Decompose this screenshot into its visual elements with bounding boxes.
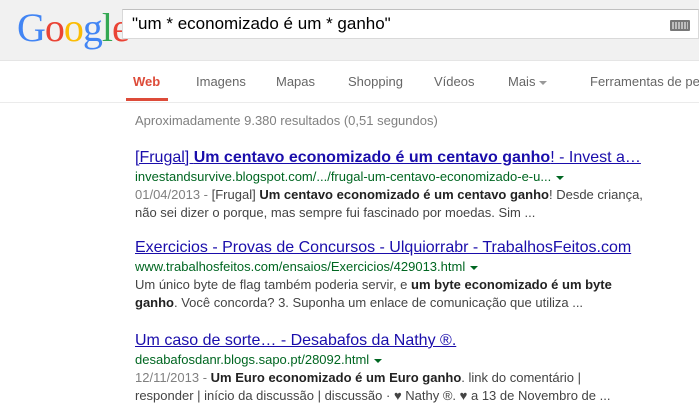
- tab-mais-label: Mais: [508, 74, 536, 89]
- search-result-2: Exercicios - Provas de Concursos - Ulqui…: [135, 238, 695, 312]
- tab-ferramentas[interactable]: Ferramentas de pesq: [590, 74, 699, 89]
- search-tabs: Web Imagens Mapas Shopping Vídeos Mais F…: [0, 62, 699, 103]
- result-snippet: 12/11/2013 - Um Euro economizado é um Eu…: [135, 370, 611, 403]
- result-snippet: Um único byte de flag também poderia ser…: [135, 277, 612, 310]
- search-query-text[interactable]: "um * economizado é um * ganho": [132, 14, 391, 34]
- result-title-link[interactable]: [Frugal] Um centavo economizado é um cen…: [135, 148, 695, 168]
- url-dropdown-icon[interactable]: [374, 358, 383, 363]
- tab-mais[interactable]: Mais: [508, 74, 548, 89]
- tab-mapas[interactable]: Mapas: [276, 74, 315, 89]
- tab-shopping[interactable]: Shopping: [348, 74, 403, 89]
- google-logo[interactable]: Google: [17, 8, 130, 48]
- search-input[interactable]: "um * economizado é um * ganho": [122, 9, 699, 39]
- result-title-link[interactable]: Exercicios - Provas de Concursos - Ulqui…: [135, 238, 695, 258]
- url-dropdown-icon[interactable]: [556, 175, 565, 180]
- result-snippet: 01/04/2013 - [Frugal] Um centavo economi…: [135, 187, 643, 220]
- active-tab-underline: [126, 98, 168, 101]
- result-url: investandsurvive.blogspot.com/.../frugal…: [135, 168, 695, 186]
- result-stats: Aproximadamente 9.380 resultados (0,51 s…: [135, 113, 438, 128]
- result-url: desabafosdanr.blogs.sapo.pt/28092.html: [135, 351, 695, 369]
- search-result-3: Um caso de sorte… - Desabafos da Nathy ®…: [135, 331, 695, 405]
- search-result-1: [Frugal] Um centavo economizado é um cen…: [135, 148, 695, 222]
- header-bar: Google "um * economizado é um * ganho": [0, 0, 699, 61]
- url-dropdown-icon[interactable]: [470, 265, 479, 270]
- keyboard-icon[interactable]: [670, 20, 690, 31]
- result-title-link[interactable]: Um caso de sorte… - Desabafos da Nathy ®…: [135, 331, 695, 351]
- tab-imagens[interactable]: Imagens: [196, 74, 246, 89]
- tab-web[interactable]: Web: [133, 74, 160, 89]
- tab-videos[interactable]: Vídeos: [434, 74, 474, 89]
- chevron-down-icon: [539, 80, 548, 85]
- result-url: www.trabalhosfeitos.com/ensaios/Exercici…: [135, 258, 695, 276]
